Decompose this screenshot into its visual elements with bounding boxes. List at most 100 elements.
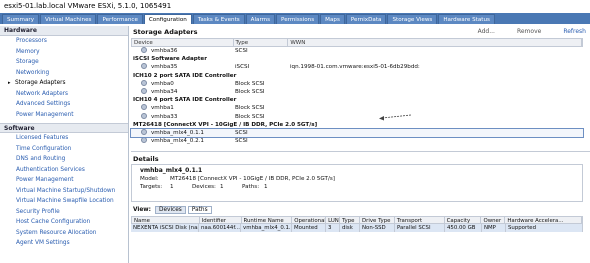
- devices-col-hardware-accelera[interactable]: Hardware Accelera...: [505, 217, 583, 224]
- adapters-header: Device Type WWN: [131, 38, 583, 47]
- sidebar-item-virtual-machine-swapfile-location[interactable]: Virtual Machine Swapfile Location: [0, 196, 128, 207]
- sidebar-item-memory[interactable]: Memory: [0, 47, 128, 58]
- device-row[interactable]: NEXENTA iSCSI Disk (naa.600144...naa.600…: [131, 224, 583, 233]
- targets-label: Targets:: [140, 184, 163, 191]
- sidebar-item-label: Agent VM Settings: [16, 240, 70, 246]
- devices-col-runtime-name[interactable]: Runtime Name: [242, 217, 293, 224]
- hba-icon: [141, 79, 147, 86]
- col-type[interactable]: Type: [234, 39, 289, 46]
- devices-col-transport[interactable]: Transport: [395, 217, 445, 224]
- adapter-device-cell: vmhba33: [131, 112, 233, 121]
- adapter-device-cell: vmhba1: [131, 104, 233, 112]
- device-cell: Mounted: [292, 224, 326, 233]
- sidebar: Hardware Processors Memory Storage Networki…: [0, 26, 129, 263]
- main-tabs: Summary Virtual Machines Performance Config…: [0, 13, 590, 24]
- tab-alarms[interactable]: Alarms: [245, 14, 276, 24]
- details-counts-line: Targets: 1 Devices: 1 Paths: 1: [140, 183, 574, 191]
- sidebar-item-time-configuration[interactable]: Time Configuration: [0, 144, 128, 155]
- adapter-row[interactable]: vmhba34 Block SCSI: [131, 87, 583, 96]
- sidebar-item-system-resource-allocation[interactable]: System Resource Allocation: [0, 228, 128, 239]
- main-panel: Storage Adapters Add... Remove Refresh D…: [130, 26, 590, 263]
- sidebar-item-label: Host Cache Configuration: [16, 219, 91, 225]
- sidebar-item-licensed-features[interactable]: Licensed Features: [0, 133, 128, 144]
- devices-col-type[interactable]: Type: [340, 217, 360, 224]
- tab-summary[interactable]: Summary: [2, 14, 40, 24]
- adapter-type-cell: Block SCSI: [235, 105, 265, 112]
- sidebar-item-label: DNS and Routing: [16, 156, 66, 162]
- adapter-group-label: iSCSI Software Adapter: [133, 56, 207, 63]
- hba-icon: [141, 104, 147, 111]
- model-label: Model:: [140, 176, 159, 183]
- sidebar-item-storage[interactable]: Storage: [0, 57, 128, 68]
- tab-tasks-events[interactable]: Tasks & Events: [192, 14, 245, 24]
- sidebar-item-label: System Resource Allocation: [16, 229, 97, 236]
- devices-col-name[interactable]: Name: [132, 217, 200, 224]
- sidebar-item-agent-vm-settings[interactable]: Agent VM Settings: [0, 238, 128, 249]
- hardware-heading: Hardware: [0, 26, 128, 36]
- tab-maps[interactable]: Maps: [320, 14, 345, 24]
- sidebar-item-label: Advanced Settings: [16, 101, 71, 107]
- sidebar-item-label: Security Profile: [16, 208, 60, 215]
- software-heading: Software: [0, 123, 128, 133]
- tab-virtual-machines[interactable]: Virtual Machines: [40, 14, 97, 24]
- adapter-device-name: vmhba34: [151, 88, 178, 95]
- adapter-device-name: vmhba33: [151, 113, 178, 120]
- refresh-button[interactable]: Refresh: [563, 26, 586, 38]
- sidebar-item-processors[interactable]: Processors: [0, 36, 128, 47]
- sidebar-item-label: Storage Adapters: [15, 80, 66, 86]
- adapter-group-row: MT26418 [ConnectX VPI - 10GigE / IB DDR,…: [131, 121, 583, 129]
- sidebar-item-dns-and-routing[interactable]: DNS and Routing: [0, 154, 128, 165]
- adapter-type-cell: Block SCSI: [235, 88, 265, 95]
- sidebar-item-networking[interactable]: Networking: [0, 68, 128, 79]
- view-tab-paths[interactable]: Paths: [187, 206, 212, 215]
- sidebar-item-advanced-settings[interactable]: Advanced Settings: [0, 99, 128, 110]
- active-arrow-icon: ▸: [8, 80, 11, 86]
- adapter-row[interactable]: vmhba_mlx4_0.1.1 SCSI: [130, 127, 584, 139]
- tab-performance[interactable]: Performance: [97, 14, 143, 24]
- adapter-device-cell: vmhba_mlx4_0.2.1: [131, 137, 233, 145]
- devices-col-owner[interactable]: Owner: [481, 217, 506, 224]
- model-value: MT26418 [ConnectX VPI - 10GigE / IB DDR,…: [170, 176, 335, 183]
- storage-adapters-title: Storage Adapters Add... Remove Refresh: [131, 26, 590, 38]
- tab-pernixdata[interactable]: PernixData: [345, 14, 387, 24]
- sidebar-item-virtual-machine-startup-shutdown[interactable]: Virtual Machine Startup/Shutdown: [0, 186, 128, 197]
- device-cell: Supported: [506, 224, 583, 233]
- window-title: esxi5-01.lab.local VMware ESXi, 5.1.0, 1…: [0, 0, 590, 13]
- sidebar-item-power-management[interactable]: Power Management: [0, 110, 128, 121]
- col-wwn[interactable]: WWN: [288, 39, 582, 46]
- adapter-row[interactable]: vmhba_mlx4_0.2.1 SCSI: [131, 137, 583, 145]
- adapter-row[interactable]: vmhba35 iSCSI iqn.1998-01.com.vmware:esxi5…: [131, 63, 583, 71]
- adapter-device-name: vmhba_mlx4_0.2.1: [151, 138, 204, 145]
- devices-col-identifier[interactable]: Identifier: [200, 217, 242, 224]
- device-cell: NEXENTA iSCSI Disk (naa.600144...: [133, 224, 199, 233]
- add-button[interactable]: Add...: [478, 26, 495, 38]
- view-tab-devices[interactable]: Devices: [154, 206, 186, 215]
- devices-col-operational[interactable]: Operational ...: [292, 217, 327, 224]
- devices-col-lun[interactable]: LUN: [326, 217, 341, 224]
- adapter-group-label: ICH10 4 port SATA IDE Controller: [133, 97, 237, 104]
- adapter-row[interactable]: vmhba0 Block SCSI: [131, 79, 583, 88]
- tab-storage-views[interactable]: Storage Views: [387, 14, 438, 24]
- sidebar-item-network-adapters[interactable]: Network Adapters: [0, 89, 128, 100]
- sidebar-item-host-cache-configuration[interactable]: Host Cache Configuration: [0, 217, 128, 228]
- tab-configuration[interactable]: Configuration: [143, 14, 192, 24]
- tab-hardware-status[interactable]: Hardware Status: [438, 14, 495, 24]
- devices-col-capacity[interactable]: Capacity: [445, 217, 482, 224]
- remove-button[interactable]: Remove: [517, 26, 541, 38]
- device-cell: Non-SSD: [360, 224, 395, 233]
- adapter-row[interactable]: vmhba33 Block SCSI: [131, 112, 583, 121]
- tab-permissions[interactable]: Permissions: [276, 14, 320, 24]
- sidebar-item-label: Time Configuration: [16, 145, 72, 152]
- adapter-row[interactable]: vmhba1 Block SCSI: [131, 104, 583, 112]
- adapter-device-cell: vmhba34: [131, 87, 233, 96]
- devices-col-drive-type[interactable]: Drive Type: [360, 217, 395, 224]
- sidebar-item-power-management[interactable]: Power Management: [0, 175, 128, 186]
- adapter-device-name: vmhba1: [151, 105, 174, 112]
- sidebar-item-security-profile[interactable]: Security Profile: [0, 207, 128, 218]
- targets-value: 1: [170, 184, 174, 191]
- adapter-device-name: vmhba_mlx4_0.1.1: [151, 129, 204, 136]
- sidebar-item-storage-adapters[interactable]: ▸ Storage Adapters: [0, 78, 128, 89]
- sidebar-item-authentication-services[interactable]: Authentication Services: [0, 165, 128, 176]
- col-device[interactable]: Device: [132, 39, 234, 46]
- adapter-row[interactable]: vmhba36 SCSI: [131, 47, 583, 55]
